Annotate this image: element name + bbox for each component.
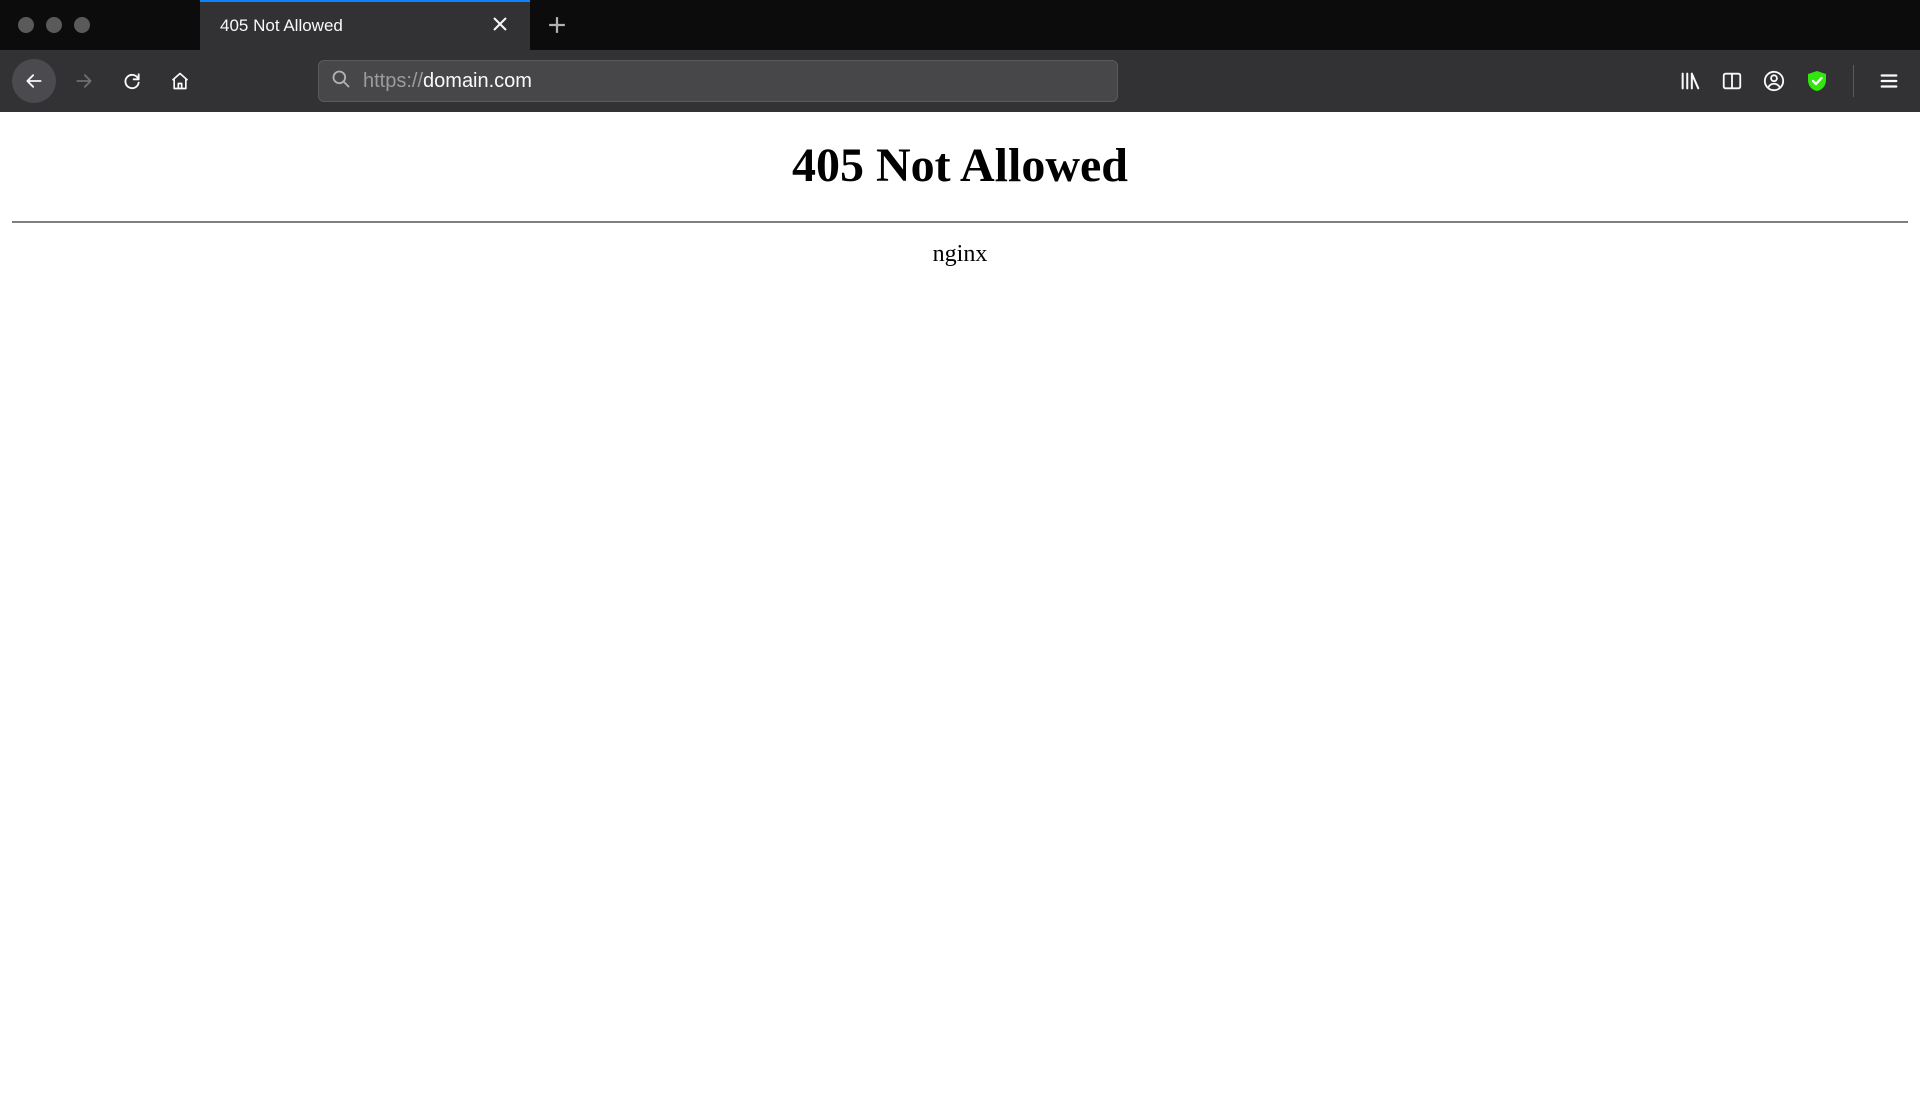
browser-tab-active[interactable]: 405 Not Allowed	[200, 0, 530, 50]
horizontal-rule	[12, 221, 1908, 223]
plus-icon	[548, 16, 566, 34]
menu-button[interactable]	[1878, 70, 1900, 92]
toolbar-divider	[1853, 65, 1854, 97]
window-controls	[18, 17, 90, 33]
new-tab-button[interactable]	[530, 0, 584, 50]
library-button[interactable]	[1679, 70, 1701, 92]
server-signature: nginx	[0, 241, 1920, 268]
error-heading: 405 Not Allowed	[0, 138, 1920, 193]
account-button[interactable]	[1763, 70, 1785, 92]
browser-toolbar: https://domain.com	[0, 50, 1920, 112]
account-icon	[1763, 70, 1785, 92]
reload-button[interactable]	[112, 61, 152, 101]
home-icon	[170, 71, 190, 91]
arrow-right-icon	[74, 71, 94, 91]
library-icon	[1679, 70, 1701, 92]
back-button[interactable]	[12, 59, 56, 103]
arrow-left-icon	[24, 71, 44, 91]
window-close-button[interactable]	[18, 17, 34, 33]
sidebar-button[interactable]	[1721, 70, 1743, 92]
url-host: domain.com	[423, 70, 532, 92]
url-text: https://domain.com	[363, 70, 1105, 93]
page-content: 405 Not Allowed nginx	[0, 112, 1920, 268]
sidebar-icon	[1721, 70, 1743, 92]
shield-icon	[1805, 69, 1829, 93]
window-minimize-button[interactable]	[46, 17, 62, 33]
tab-strip: 405 Not Allowed	[0, 0, 1920, 50]
url-bar[interactable]: https://domain.com	[318, 60, 1118, 102]
window-maximize-button[interactable]	[74, 17, 90, 33]
reload-icon	[122, 71, 142, 91]
toolbar-actions	[1679, 65, 1908, 97]
browser-chrome: 405 Not Allowed https://domain.com	[0, 0, 1920, 112]
hamburger-icon	[1878, 70, 1900, 92]
url-prefix: https://	[363, 70, 423, 92]
tab-title: 405 Not Allowed	[220, 16, 484, 36]
tab-close-button[interactable]	[484, 12, 516, 40]
forward-button[interactable]	[64, 61, 104, 101]
home-button[interactable]	[160, 61, 200, 101]
protection-button[interactable]	[1805, 69, 1829, 93]
close-icon	[492, 16, 508, 32]
search-icon	[331, 69, 351, 94]
